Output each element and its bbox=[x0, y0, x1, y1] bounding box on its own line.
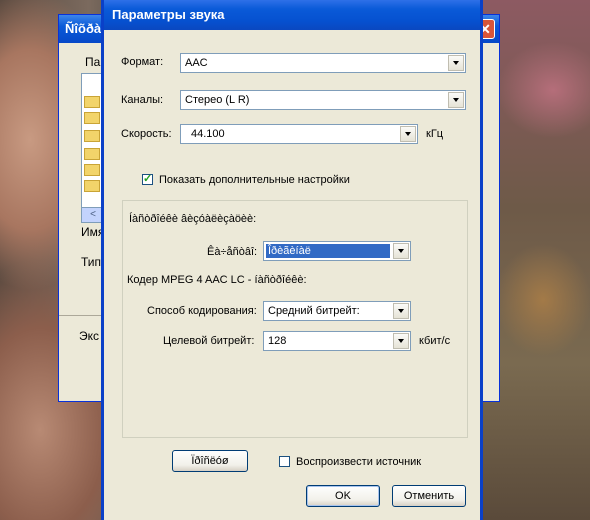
chevron-down-icon[interactable] bbox=[393, 333, 409, 349]
target-bitrate-label: Целевой битрейт: bbox=[163, 335, 255, 347]
play-source-checkbox[interactable] bbox=[279, 456, 290, 467]
folder-icon bbox=[84, 164, 100, 176]
encoding-method-value: Средний битрейт: bbox=[268, 305, 360, 317]
ok-button[interactable]: OK bbox=[306, 485, 380, 507]
rate-unit: кГц bbox=[426, 128, 444, 140]
format-value: AAC bbox=[185, 57, 208, 69]
encoder-heading: Кодер MPEG 4 AAC LC - íàñòðîéêè: bbox=[127, 274, 307, 286]
chevron-down-icon[interactable] bbox=[400, 126, 416, 142]
folder-icon bbox=[84, 180, 100, 192]
target-bitrate-combobox[interactable]: 128 bbox=[263, 331, 411, 351]
folder-icon bbox=[84, 130, 100, 142]
chevron-down-icon[interactable] bbox=[448, 55, 464, 71]
show-advanced-checkbox[interactable] bbox=[142, 172, 153, 185]
folder-icon bbox=[84, 96, 100, 108]
channels-value: Стерео (L R) bbox=[185, 94, 250, 106]
rate-label: Скорость: bbox=[121, 128, 172, 140]
encoding-method-label: Способ кодирования: bbox=[147, 305, 257, 317]
cancel-button[interactable]: Отменить bbox=[392, 485, 466, 507]
folder-icon bbox=[84, 112, 100, 124]
quality-label: Êà÷åñòâî: bbox=[207, 246, 258, 258]
target-bitrate-value: 128 bbox=[268, 335, 287, 347]
parent-export-label: Экс bbox=[79, 329, 100, 343]
dialog-title: Параметры звука bbox=[104, 0, 480, 30]
advanced-settings-group: Íàñòðîéêè âèçóàëèçàöèè: Êà÷åñòâî: Îðèãèí… bbox=[122, 200, 468, 438]
folder-icon bbox=[84, 148, 100, 160]
listen-button[interactable]: Ïðîñëóø bbox=[172, 450, 248, 472]
quality-value: Îðèãèíàë bbox=[266, 244, 390, 258]
encoding-method-select[interactable]: Средний битрейт: bbox=[263, 301, 411, 321]
visualization-heading: Íàñòðîéêè âèçóàëèçàöèè: bbox=[129, 213, 257, 225]
rate-combobox[interactable]: 44.100 bbox=[180, 124, 418, 144]
target-bitrate-unit: кбит/с bbox=[419, 335, 451, 347]
play-source-label[interactable]: Воспроизвести источник bbox=[296, 456, 421, 468]
channels-select[interactable]: Стерео (L R) bbox=[180, 90, 466, 110]
format-select[interactable]: AAC bbox=[180, 53, 466, 73]
sound-settings-dialog: Параметры звука Формат: AAC Каналы: Стер… bbox=[101, 0, 483, 520]
show-advanced-label[interactable]: Показать дополнительные настройки bbox=[159, 174, 350, 186]
chevron-down-icon[interactable] bbox=[448, 92, 464, 108]
parent-type-label: Тип bbox=[81, 255, 102, 269]
format-label: Формат: bbox=[121, 56, 164, 68]
chevron-down-icon[interactable] bbox=[393, 243, 409, 259]
channels-label: Каналы: bbox=[121, 94, 164, 106]
quality-select[interactable]: Îðèãèíàë bbox=[263, 241, 411, 261]
chevron-down-icon[interactable] bbox=[393, 303, 409, 319]
rate-value: 44.100 bbox=[191, 128, 225, 140]
